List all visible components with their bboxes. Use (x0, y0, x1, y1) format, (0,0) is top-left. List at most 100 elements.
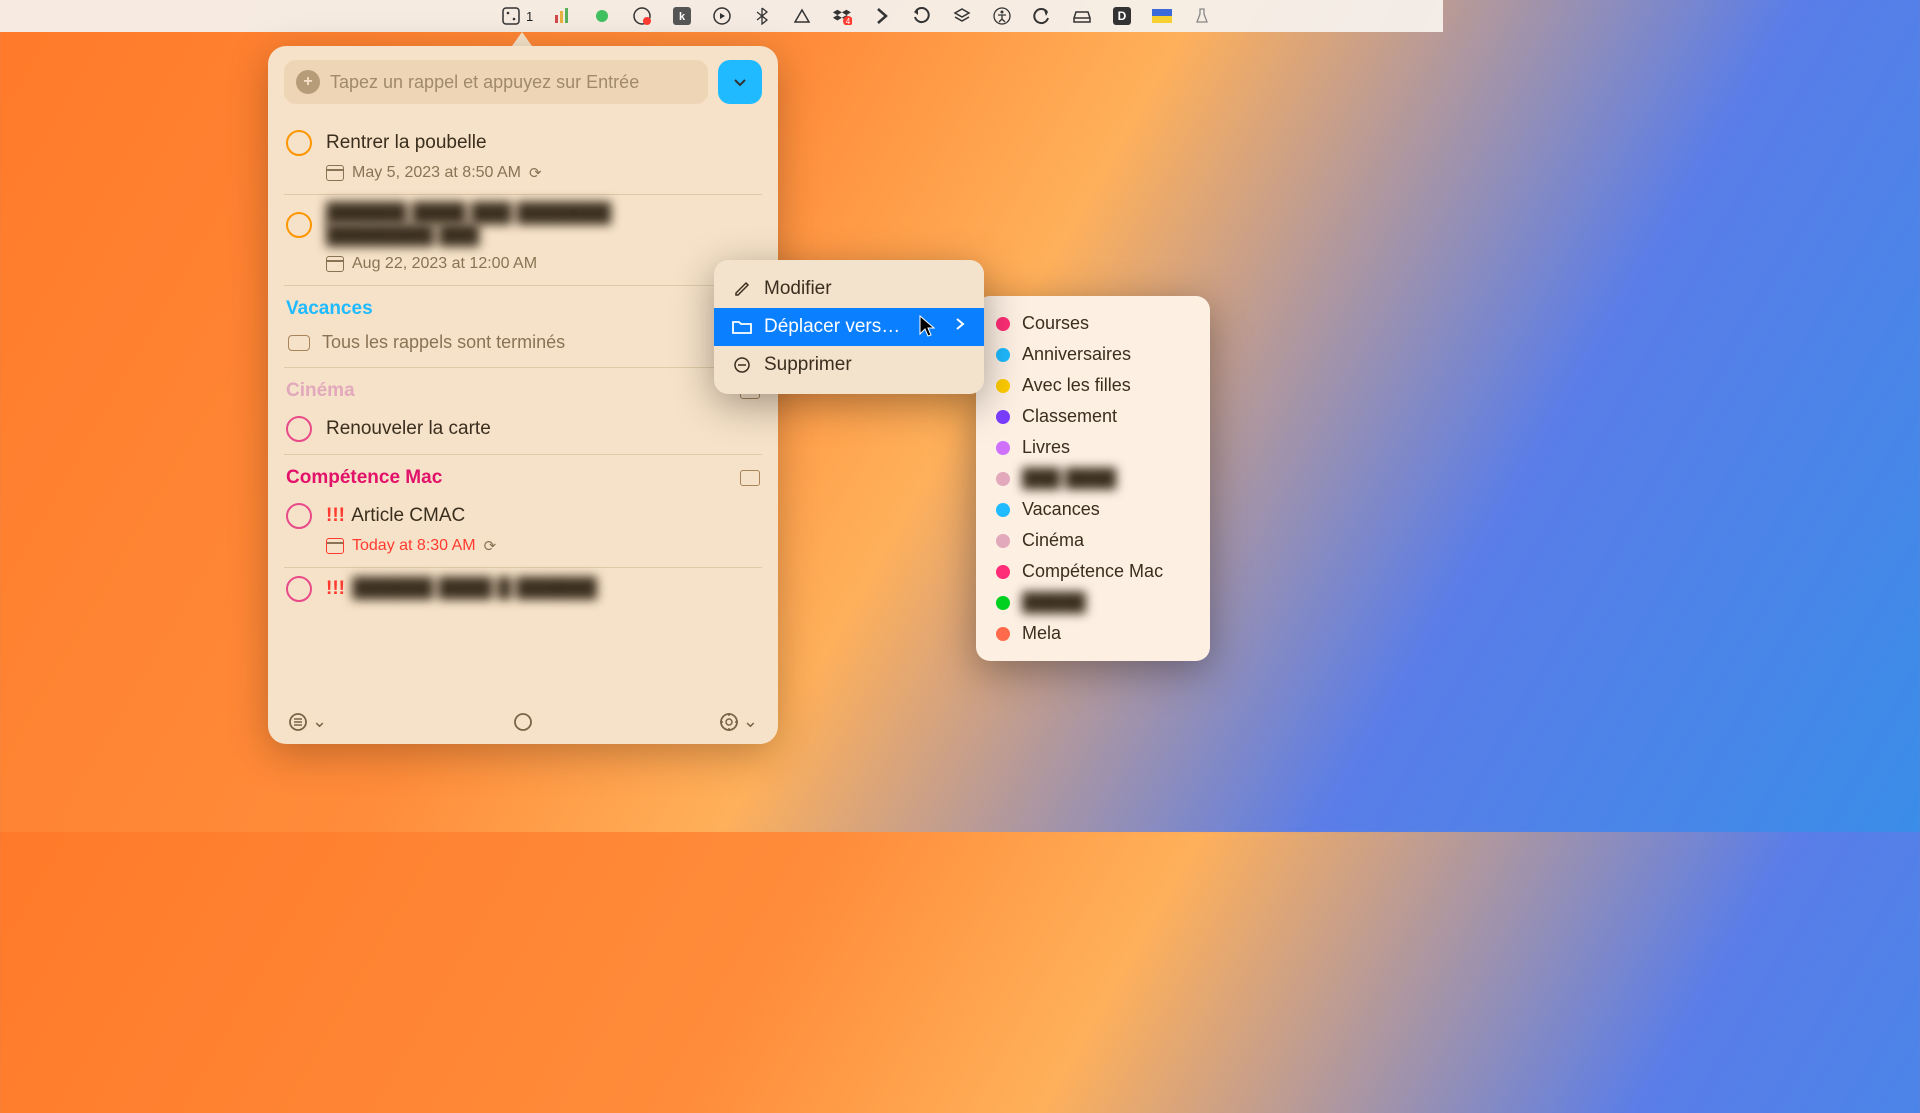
context-menu: Modifier Déplacer vers… Supprimer (714, 260, 984, 394)
input-wrap: + (284, 60, 708, 104)
status-dot-icon[interactable] (591, 5, 613, 27)
reminder-input[interactable] (330, 72, 696, 93)
triangle-icon[interactable] (791, 5, 813, 27)
settings-button[interactable]: ⌄ (719, 711, 758, 732)
submenu-label: █████ (1022, 592, 1086, 613)
menubar: 1 k 4 D (0, 0, 1443, 32)
section-header-vacances[interactable]: Vacances (284, 286, 762, 326)
calendar-icon (326, 165, 344, 181)
chevron-right-icon (954, 316, 966, 338)
accessibility-icon[interactable] (991, 5, 1013, 27)
reminder-date: Today at 8:30 AM (352, 537, 476, 555)
minus-circle-icon (732, 356, 752, 374)
submenu-label: Courses (1022, 313, 1089, 334)
svg-text:4: 4 (846, 17, 851, 25)
context-move[interactable]: Déplacer vers… (714, 308, 984, 346)
context-label: Supprimer (764, 354, 852, 376)
submenu-label: Cinéma (1022, 530, 1084, 551)
move-submenu: Courses Anniversaires Avec les filles Cl… (976, 296, 1210, 661)
expand-button[interactable] (718, 60, 762, 104)
submenu-label: Classement (1022, 406, 1117, 427)
section-title: Vacances (286, 298, 373, 320)
context-delete[interactable]: Supprimer (714, 346, 984, 384)
repeat-icon: ⟳ (484, 537, 497, 555)
submenu-label: Anniversaires (1022, 344, 1131, 365)
dropbox-icon[interactable]: 4 (831, 5, 853, 27)
list-color-dot (996, 596, 1010, 610)
submenu-label: Compétence Mac (1022, 561, 1163, 582)
list-selector[interactable]: ⌄ (288, 711, 327, 732)
complete-circle[interactable] (286, 130, 312, 156)
complete-circle[interactable] (286, 576, 312, 602)
submenu-item[interactable]: Compétence Mac (982, 556, 1204, 587)
all-done-row: Tous les rappels sont terminés (284, 326, 762, 368)
list-color-dot (996, 410, 1010, 424)
list-color-dot (996, 503, 1010, 517)
undo-icon[interactable] (911, 5, 933, 27)
flask-icon[interactable] (1191, 5, 1213, 27)
refresh-c-icon[interactable] (1031, 5, 1053, 27)
submenu-label: Vacances (1022, 499, 1100, 520)
reminder-item[interactable]: Renouveler la carte (284, 408, 762, 455)
stack-icon[interactable] (951, 5, 973, 27)
context-edit[interactable]: Modifier (714, 270, 984, 308)
submenu-item[interactable]: Livres (982, 432, 1204, 463)
submenu-label: Avec les filles (1022, 375, 1131, 396)
context-label: Modifier (764, 278, 832, 300)
submenu-item[interactable]: Anniversaires (982, 339, 1204, 370)
add-button[interactable]: + (296, 70, 320, 94)
submenu-item[interactable]: Mela (982, 618, 1204, 649)
complete-circle[interactable] (286, 416, 312, 442)
reminder-title: Renouveler la carte (326, 418, 491, 440)
panel-footer: ⌄ ⌄ (284, 703, 762, 736)
chevron-icon[interactable] (871, 5, 893, 27)
reminder-item[interactable]: Rentrer la poubelle May 5, 2023 at 8:50 … (284, 122, 762, 195)
app-dice-icon[interactable] (500, 5, 522, 27)
center-circle-icon[interactable] (513, 712, 533, 732)
reminder-item[interactable]: !!! ██████ ████ █ ██████ (284, 568, 762, 614)
folder-icon[interactable] (740, 470, 760, 486)
chevron-down-icon (732, 74, 748, 90)
d-app-icon[interactable]: D (1111, 5, 1133, 27)
section-title: Cinéma (286, 380, 355, 402)
submenu-item[interactable]: Avec les filles (982, 370, 1204, 401)
reminder-item[interactable]: ██████ ████ ███ ███████ ████████.███ Aug… (284, 195, 762, 286)
complete-circle[interactable] (286, 503, 312, 529)
submenu-label: Mela (1022, 623, 1061, 644)
priority-badge: !!! (326, 578, 345, 599)
reminder-date: Aug 22, 2023 at 12:00 AM (352, 255, 537, 273)
context-label: Déplacer vers… (764, 316, 900, 338)
svg-text:k: k (679, 11, 686, 23)
app-badge: 1 (526, 9, 533, 24)
reminder-title: Rentrer la poubelle (326, 132, 487, 154)
reminder-subtitle: ████████.███ (326, 225, 611, 247)
tray-icon[interactable] (1071, 5, 1093, 27)
panel-arrow (512, 32, 532, 46)
submenu-item[interactable]: Courses (982, 308, 1204, 339)
list-color-dot (996, 534, 1010, 548)
inbox-icon (288, 335, 310, 351)
submenu-item[interactable]: Vacances (982, 494, 1204, 525)
bluetooth-icon[interactable] (751, 5, 773, 27)
submenu-item[interactable]: █████ (982, 587, 1204, 618)
submenu-label: Livres (1022, 437, 1070, 458)
complete-circle[interactable] (286, 212, 312, 238)
stats-icon[interactable] (551, 5, 573, 27)
reminder-item[interactable]: !!! Article CMAC Today at 8:30 AM ⟳ (284, 495, 762, 568)
calendar-icon (326, 256, 344, 272)
repeat-icon: ⟳ (529, 164, 542, 182)
k-app-icon[interactable]: k (671, 5, 693, 27)
list-color-dot (996, 348, 1010, 362)
priority-badge: !!! (326, 505, 345, 526)
section-header-compmac[interactable]: Compétence Mac (284, 455, 762, 495)
submenu-item[interactable]: Classement (982, 401, 1204, 432)
flag-icon[interactable] (1151, 5, 1173, 27)
submenu-item[interactable]: ███ ████ (982, 463, 1204, 494)
reminder-title: ██████ ████ ███ ███████ (326, 203, 611, 225)
play-circle-icon[interactable] (711, 5, 733, 27)
section-header-cinema[interactable]: Cinéma (284, 368, 762, 408)
circle-eye-icon[interactable] (631, 5, 653, 27)
submenu-item[interactable]: Cinéma (982, 525, 1204, 556)
folder-icon (732, 319, 752, 335)
reminder-title: !!! ██████ ████ █ ██████ (326, 578, 597, 600)
